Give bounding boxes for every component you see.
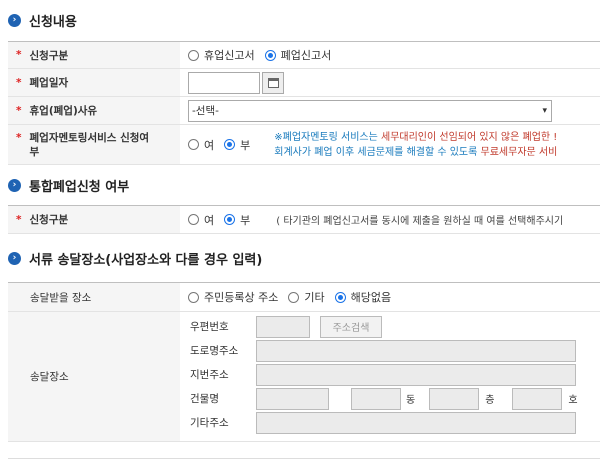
row-integrated-type: * 신청구분 여 부 ( 타기관의 폐업신고서를 동시에 제출을 원하실 때 여를… xyxy=(8,206,600,234)
radio-mentoring-no[interactable]: 부 xyxy=(224,137,250,153)
closure-reason-select[interactable]: -선택- ▾ xyxy=(188,99,552,122)
postal-row: 우편번호 주소검색 xyxy=(180,315,600,338)
integrated-closure-table: * 신청구분 여 부 ( 타기관의 폐업신고서를 동시에 제출을 원하실 때 여를… xyxy=(8,205,600,234)
row-label: 송달받을 장소 xyxy=(8,283,180,311)
dong-input[interactable] xyxy=(351,387,401,410)
section-title-text: 통합폐업신청 여부 xyxy=(29,179,130,195)
radio-integrated-no[interactable]: 부 xyxy=(224,212,250,228)
row-label: 송달장소 xyxy=(8,312,180,441)
delivery-table: 송달받을 장소 주민등록상 주소 기타 해당없음 송달장소 우편번호 주소검색 … xyxy=(8,282,600,442)
row-delivery-receive: 송달받을 장소 주민등록상 주소 기타 해당없음 xyxy=(8,283,600,312)
floor-input[interactable] xyxy=(429,387,480,410)
row-delivery-place: 송달장소 우편번호 주소검색 도로명주소 지번주소 건물명 동 층 호 기타주소 xyxy=(8,312,600,442)
row-closure-date: * 폐업일자 xyxy=(8,69,600,97)
road-address-input[interactable] xyxy=(256,339,576,362)
radio-closure-report[interactable]: 폐업신고서 xyxy=(264,47,331,63)
lot-address-input[interactable] xyxy=(256,363,576,386)
radio-not-applicable[interactable]: 해당없음 xyxy=(334,289,391,305)
row-closure-reason: * 휴업(폐업)사유 -선택- ▾ xyxy=(8,97,600,125)
application-table: * 신청구분 휴업신고서 폐업신고서 * 폐업일자 * 휴업(폐업)사유 -선택- ▾… xyxy=(8,41,600,165)
row-mentoring: * 폐업자멘토링서비스 신청여 부 여 부 ※폐업자멘토링 서비스는 세무대리인이… xyxy=(8,125,600,165)
row-label: * 신청구분 xyxy=(8,42,180,68)
arrow-right-circle-icon: › xyxy=(8,178,21,192)
postal-code-input[interactable] xyxy=(256,315,310,338)
radio-other[interactable]: 기타 xyxy=(288,289,325,305)
radio-resident-address[interactable]: 주민등록상 주소 xyxy=(188,289,278,305)
arrow-right-circle-icon: › xyxy=(8,13,21,27)
mentoring-notice: ※폐업자멘토링 서비스는 세무대리인이 선임되어 있지 않은 폐업한 ! 회계사… xyxy=(274,131,558,158)
section-title-delivery: › 서류 송달장소(사업장소와 다를 경우 입력) xyxy=(8,248,262,268)
building-row: 건물명 동 층 호 xyxy=(180,387,600,410)
row-application-type: * 신청구분 휴업신고서 폐업신고서 xyxy=(8,42,600,69)
row-label: * 폐업일자 xyxy=(8,69,180,96)
row-label: * 폐업자멘토링서비스 신청여 부 xyxy=(8,125,180,164)
address-search-button[interactable]: 주소검색 xyxy=(320,315,382,338)
calendar-button[interactable] xyxy=(262,71,284,94)
row-label: * 휴업(폐업)사유 xyxy=(8,97,180,124)
radio-mentoring-yes[interactable]: 여 xyxy=(188,137,214,153)
integrated-hint: ( 타기관의 폐업신고서를 동시에 제출을 원하실 때 여를 선택해주시기 xyxy=(276,216,564,227)
divider xyxy=(8,458,600,459)
section-title-integrated-closure: › 통합폐업신청 여부 xyxy=(8,175,129,195)
etc-address-row: 기타주소 xyxy=(180,411,600,434)
section-title-text: 신청내용 xyxy=(29,14,77,30)
ho-input[interactable] xyxy=(512,387,563,410)
row-label: * 신청구분 xyxy=(8,206,180,233)
closure-date-input[interactable] xyxy=(188,71,260,94)
radio-integrated-yes[interactable]: 여 xyxy=(188,212,214,228)
section-title-text: 서류 송달장소(사업장소와 다를 경우 입력) xyxy=(29,252,263,268)
building-name-input[interactable] xyxy=(256,387,329,410)
road-address-row: 도로명주소 xyxy=(180,339,600,362)
radio-suspension-report[interactable]: 휴업신고서 xyxy=(188,47,255,63)
etc-address-input[interactable] xyxy=(256,411,576,434)
chevron-down-icon: ▾ xyxy=(542,105,547,116)
lot-address-row: 지번주소 xyxy=(180,363,600,386)
calendar-icon xyxy=(267,77,279,88)
arrow-right-circle-icon: › xyxy=(8,251,21,265)
section-title-application: › 신청내용 xyxy=(8,10,77,30)
